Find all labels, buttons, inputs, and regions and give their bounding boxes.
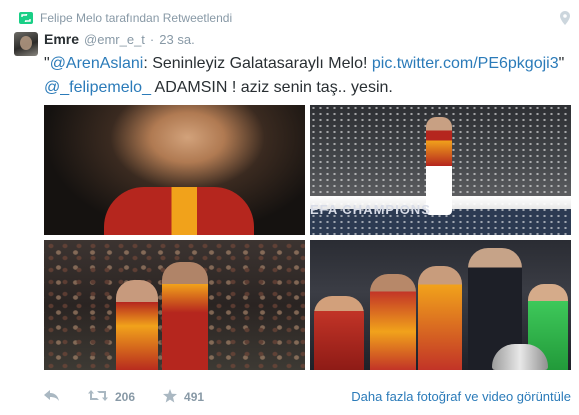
tweet-actions: 206 491 Daha fazla fotoğraf ve video gör… bbox=[44, 386, 571, 408]
photo-3-player-1 bbox=[116, 280, 158, 370]
photo-3[interactable] bbox=[44, 240, 305, 370]
separator-dot: · bbox=[149, 32, 155, 47]
retweet-icon bbox=[19, 12, 33, 24]
photo-4-player-1 bbox=[314, 296, 364, 370]
retweet-action-icon bbox=[88, 389, 108, 405]
photo-grid: EFA CHAMPIONS bbox=[44, 105, 571, 370]
author-fullname[interactable]: Emre bbox=[44, 31, 79, 47]
favorite-button[interactable]: 491 bbox=[163, 388, 205, 406]
reply-button[interactable] bbox=[44, 389, 60, 405]
tweet-text-part1: : Seninleyiz Galatasaraylı Melo! bbox=[143, 55, 372, 72]
tweet-text-part2: ADAMSIN ! aziz senin taş.. yesin. bbox=[150, 79, 393, 96]
photo-4[interactable] bbox=[310, 240, 571, 370]
favorite-count: 491 bbox=[184, 390, 205, 404]
photo-1[interactable] bbox=[44, 105, 305, 235]
location-pin-icon[interactable] bbox=[560, 11, 570, 30]
photo-2[interactable]: EFA CHAMPIONS bbox=[310, 105, 571, 235]
retweet-count: 206 bbox=[115, 390, 136, 404]
mention-felipemelo[interactable]: @_felipemelo_ bbox=[44, 79, 151, 96]
tweet-header: Emre @emr_e_t · 23 sa. bbox=[44, 31, 195, 47]
star-icon bbox=[163, 388, 178, 406]
photo-3-player-2 bbox=[162, 262, 208, 370]
reply-icon bbox=[44, 389, 60, 405]
retweet-context[interactable]: Felipe Melo tarafından Retweetlendi bbox=[19, 9, 232, 27]
photo-4-player-2 bbox=[370, 274, 416, 370]
pic-link[interactable]: pic.twitter.com/PE6pkgoji3 bbox=[372, 55, 559, 72]
mention-arenaslani[interactable]: @ArenAslani bbox=[50, 55, 144, 72]
retweet-context-label: Felipe Melo tarafından Retweetlendi bbox=[40, 11, 233, 25]
photo-2-banner: EFA CHAMPIONS bbox=[310, 202, 431, 217]
tweet-text: " @ArenAslani: Seninleyiz Galatasaraylı M… bbox=[44, 52, 569, 100]
photo-1-jersey bbox=[104, 187, 254, 235]
photo-4-player-3 bbox=[418, 266, 462, 370]
author-handle[interactable]: @emr_e_t bbox=[84, 32, 145, 47]
quote-close: " bbox=[558, 55, 565, 72]
photo-2-player bbox=[426, 117, 452, 215]
tweet-time[interactable]: 23 sa. bbox=[159, 32, 194, 47]
avatar[interactable] bbox=[14, 32, 38, 56]
view-more-media-link[interactable]: Daha fazla fotoğraf ve video görüntüle bbox=[351, 389, 571, 404]
retweet-button[interactable]: 206 bbox=[88, 389, 135, 405]
